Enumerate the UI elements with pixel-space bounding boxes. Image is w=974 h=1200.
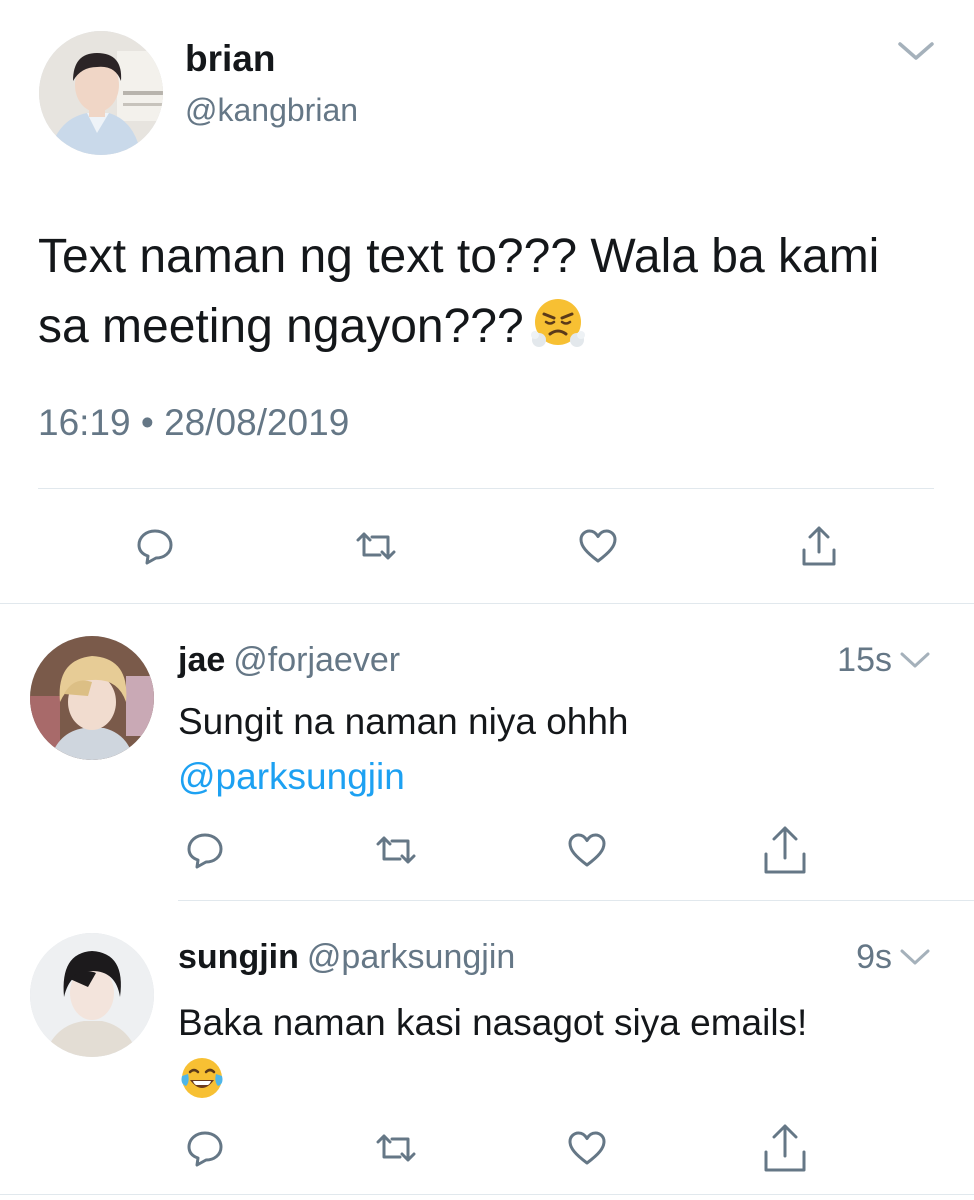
reply-time: 9s	[856, 938, 892, 976]
reply-icon[interactable]	[177, 822, 233, 878]
reply-icon[interactable]	[127, 518, 183, 574]
reply-text: Baka naman kasi nasagot siya emails!	[178, 995, 918, 1102]
chevron-down-icon[interactable]	[894, 36, 938, 66]
reply-author-name[interactable]: jae	[178, 641, 225, 679]
retweet-icon[interactable]	[348, 518, 404, 574]
tweet-text: Text naman ng text to??? Wala ba kami sa…	[38, 222, 938, 362]
reply-header: sungjin @parksungjin	[178, 938, 515, 977]
reply-text-body: Baka naman kasi nasagot siya emails!	[178, 1002, 808, 1043]
steam-face-emoji-icon	[530, 294, 586, 350]
share-icon[interactable]	[757, 822, 813, 878]
reply-time: 15s	[837, 641, 892, 679]
share-icon[interactable]	[757, 1120, 813, 1176]
author-handle[interactable]: @kangbrian	[185, 92, 358, 129]
tweet-timestamp: 16:19 • 28/08/2019	[38, 402, 350, 443]
tears-of-joy-emoji-icon	[178, 1054, 226, 1102]
mention-link[interactable]: @parksungjin	[178, 749, 918, 804]
reply-author-handle[interactable]: @forjaever	[233, 641, 400, 679]
reply-author-name[interactable]: sungjin	[178, 938, 299, 976]
retweet-icon[interactable]	[368, 1120, 424, 1176]
like-icon[interactable]	[559, 822, 615, 878]
divider	[0, 603, 974, 604]
avatar-jae[interactable]	[30, 636, 154, 760]
chevron-down-icon[interactable]	[898, 945, 932, 969]
like-icon[interactable]	[570, 518, 626, 574]
chevron-down-icon[interactable]	[898, 648, 932, 672]
author-name[interactable]: brian	[185, 38, 275, 80]
avatar-sungjin[interactable]	[30, 933, 154, 1057]
reply-text-body: Sungit na naman niya ohhh	[178, 701, 629, 742]
tweet-text-body: Text naman ng text to??? Wala ba kami sa…	[38, 230, 880, 353]
share-icon[interactable]	[791, 518, 847, 574]
retweet-icon[interactable]	[368, 822, 424, 878]
like-icon[interactable]	[559, 1120, 615, 1176]
avatar-brian[interactable]	[39, 31, 163, 155]
reply-author-handle[interactable]: @parksungjin	[307, 938, 515, 976]
divider	[0, 1194, 974, 1195]
divider	[38, 488, 934, 489]
divider	[178, 900, 974, 901]
reply-text: Sungit na naman niya ohhh @parksungjin	[178, 694, 918, 804]
reply-icon[interactable]	[177, 1120, 233, 1176]
reply-header: jae @forjaever	[178, 641, 400, 680]
